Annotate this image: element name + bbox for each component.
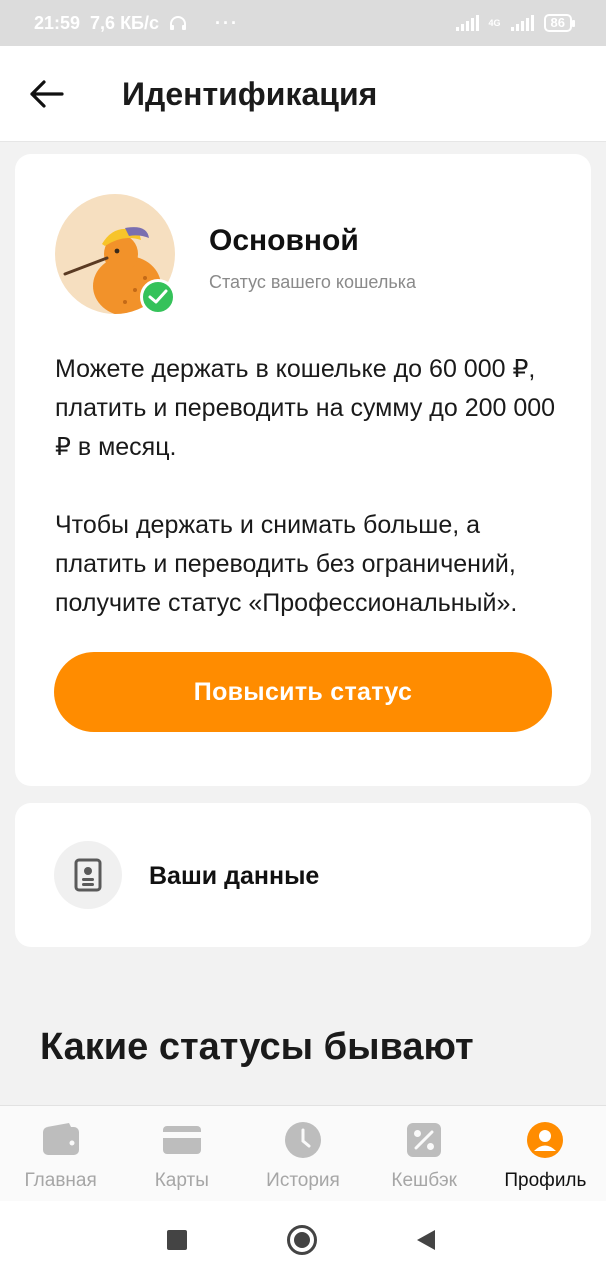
network-type: 4G bbox=[488, 18, 501, 28]
clock-icon bbox=[283, 1120, 323, 1160]
battery-icon: 86 bbox=[543, 14, 576, 32]
your-data-card[interactable]: Ваши данные bbox=[15, 803, 591, 947]
system-back-button[interactable] bbox=[416, 1229, 436, 1256]
home-circle-icon bbox=[287, 1225, 317, 1255]
nav-item-home[interactable]: Главная bbox=[0, 1106, 121, 1201]
arrow-left-icon bbox=[30, 80, 64, 108]
status-speed: 7,6 КБ/с bbox=[90, 12, 160, 33]
wallet-icon bbox=[41, 1120, 81, 1160]
nav-label-cards: Карты bbox=[154, 1170, 209, 1191]
status-time: 21:59 bbox=[34, 12, 81, 33]
card-icon bbox=[162, 1120, 202, 1160]
nav-label-home: Главная bbox=[24, 1170, 97, 1191]
page-title: Идентификация bbox=[122, 76, 378, 112]
nav-label-history: История bbox=[266, 1170, 340, 1191]
back-button[interactable] bbox=[26, 74, 68, 114]
nav-item-history[interactable]: История bbox=[242, 1106, 363, 1201]
data-icon-circle bbox=[54, 841, 122, 909]
nav-label-cashback: Кешбэк bbox=[391, 1170, 457, 1191]
app-header: Идентификация bbox=[0, 46, 606, 142]
upgrade-description: Чтобы держать и снимать больше, а платит… bbox=[55, 511, 518, 617]
your-data-label: Ваши данные bbox=[149, 862, 320, 890]
wallet-status-card: Основной Статус вашего кошелька Можете д… bbox=[15, 154, 591, 786]
status-subtitle: Статус вашего кошелька bbox=[209, 272, 417, 292]
percent-icon bbox=[404, 1120, 444, 1160]
status-name: Основной bbox=[209, 224, 359, 257]
home-button[interactable] bbox=[286, 1224, 318, 1261]
system-status-bar: 21:59 7,6 КБ/с ··· 4G 86 bbox=[0, 0, 606, 46]
limits-description: Можете держать в кошельке до 60 000 ₽, п… bbox=[55, 355, 556, 461]
triangle-back-icon bbox=[417, 1230, 435, 1250]
system-navigation-bar bbox=[0, 1201, 606, 1280]
square-icon bbox=[167, 1230, 187, 1250]
verified-check-icon bbox=[140, 279, 176, 315]
recent-apps-button[interactable] bbox=[167, 1230, 187, 1255]
statuses-section-title: Какие статусы бывают bbox=[40, 1026, 474, 1068]
bottom-navigation: Главная Карты История Кешбэк Профиль bbox=[0, 1105, 606, 1201]
signal-icon bbox=[455, 15, 479, 31]
profile-icon bbox=[525, 1120, 565, 1160]
status-more: ··· bbox=[215, 12, 239, 33]
nav-item-cashback[interactable]: Кешбэк bbox=[364, 1106, 485, 1201]
upgrade-status-button[interactable]: Повысить статус bbox=[54, 652, 552, 732]
nav-item-cards[interactable]: Карты bbox=[121, 1106, 242, 1201]
nav-item-profile[interactable]: Профиль bbox=[485, 1106, 606, 1201]
id-document-icon bbox=[74, 858, 102, 892]
signal-icon-2 bbox=[510, 15, 534, 31]
headphones-icon bbox=[170, 16, 187, 30]
nav-label-profile: Профиль bbox=[504, 1170, 587, 1191]
battery-level: 86 bbox=[550, 15, 565, 30]
